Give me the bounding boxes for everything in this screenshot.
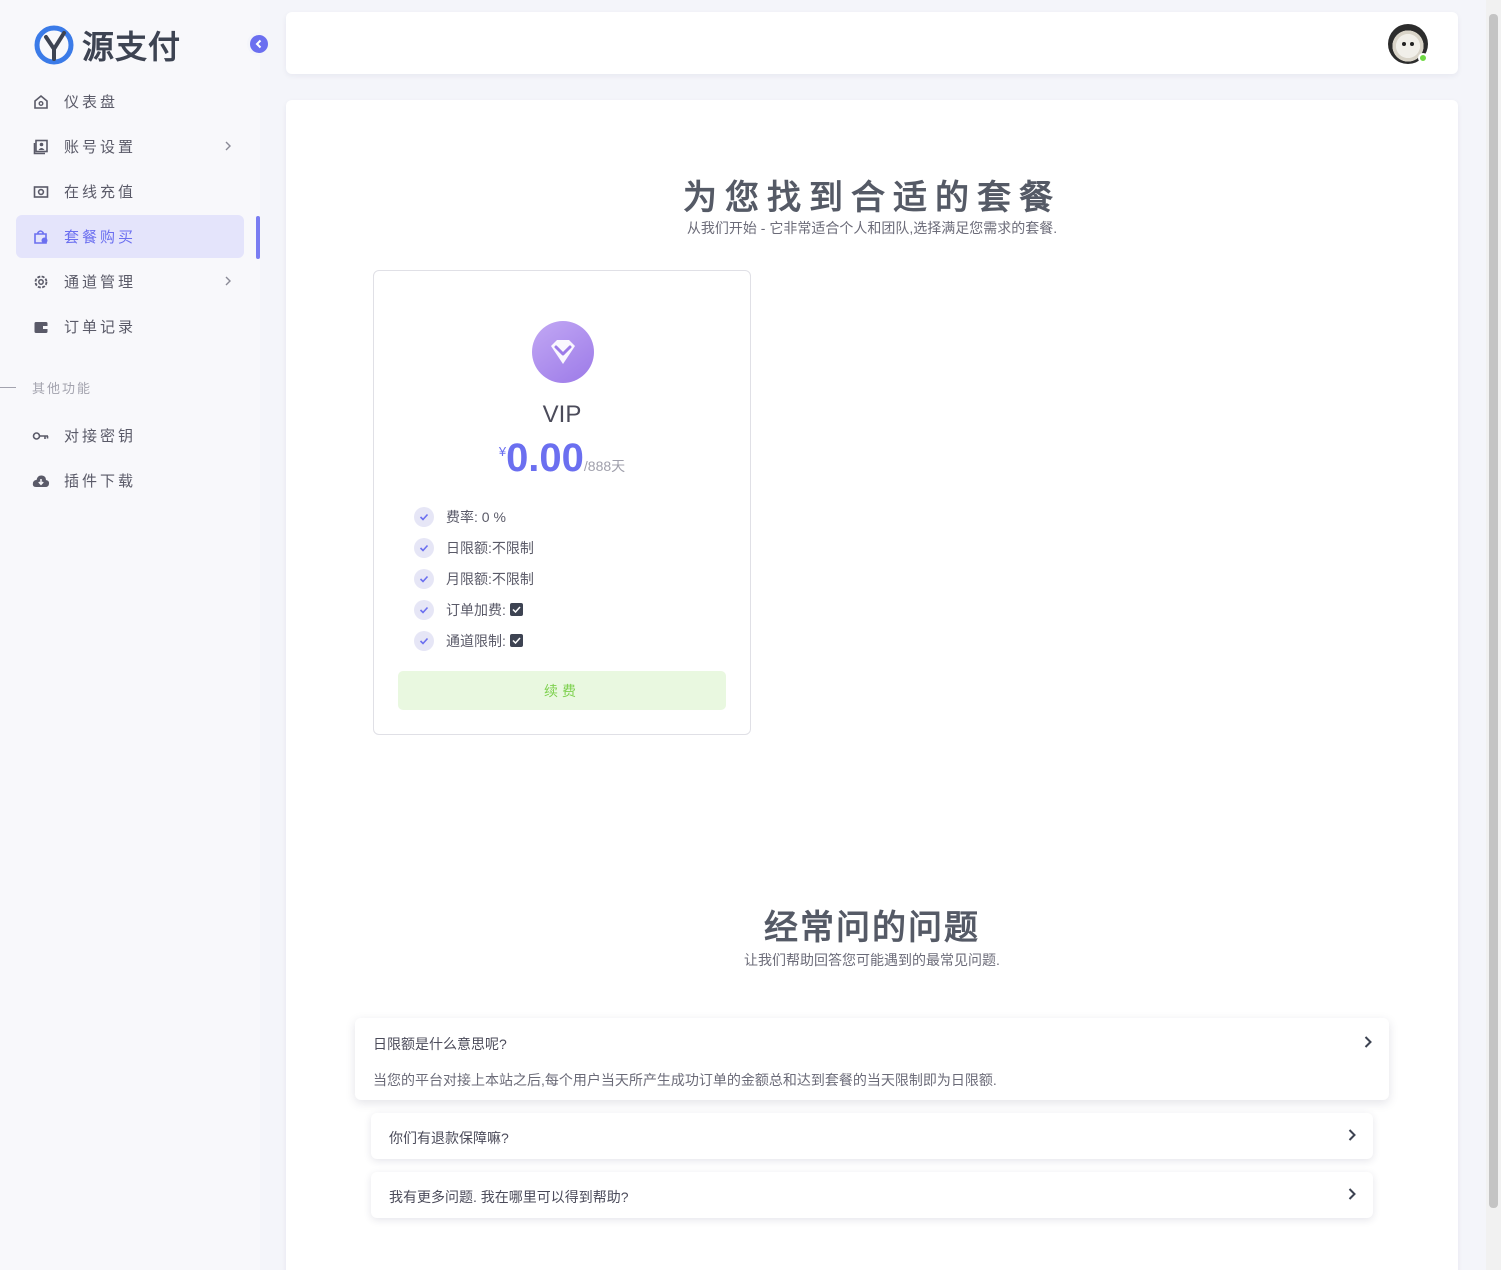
page-subtitle: 从我们开始 - 它非常适合个人和团队,选择满足您需求的套餐.	[686, 220, 1058, 236]
price-amount: 0.00	[506, 436, 584, 480]
active-indicator	[256, 216, 260, 259]
diamond-icon	[532, 321, 594, 383]
page-title: 为您找到合适的套餐	[683, 179, 1061, 217]
key-icon	[32, 427, 50, 445]
page-scrollbar[interactable]	[1486, 0, 1501, 1270]
chevron-right-icon	[1347, 1187, 1357, 1206]
sidebar-item-label: 套餐购买	[64, 229, 137, 246]
check-icon	[414, 630, 434, 651]
faq-question: 我有更多问题. 我在哪里可以得到帮助?	[389, 1189, 629, 1205]
check-icon	[414, 568, 434, 589]
faq-question: 你们有退款保障嘛?	[389, 1130, 509, 1146]
sidebar-item-label: 对接密钥	[64, 428, 137, 445]
sidebar-item-label: 仪表盘	[64, 94, 119, 111]
wallet-icon	[32, 318, 50, 336]
plan-price: ¥0.00/888天	[374, 436, 750, 481]
chevron-right-icon	[224, 139, 232, 156]
section-label-other: 其他功能	[0, 378, 92, 397]
feature-item: 月限额: 不限制	[414, 563, 534, 594]
price-period: /888天	[583, 458, 626, 474]
faq-title: 经常问的问题	[764, 909, 980, 947]
plan-name: VIP	[542, 401, 582, 428]
gear-icon	[32, 273, 50, 291]
check-icon	[414, 537, 434, 558]
sidebar-item-label: 在线充值	[64, 184, 137, 201]
sidebar-item-label: 订单记录	[64, 319, 137, 336]
faq-item-daily-limit[interactable]: 日限额是什么意思呢? 当您的平台对接上本站之后,每个用户当天所产生成功订单的金额…	[355, 1018, 1389, 1100]
home-icon	[32, 93, 50, 111]
faq-subtitle: 让我们帮助回答您可能遇到的最常见问题.	[744, 952, 1000, 968]
brand-logo[interactable]: 源支付	[32, 22, 181, 68]
plan-features: 费率: 0 % 日限额: 不限制 月限额: 不限制 订单加费: 通道限制:	[414, 501, 534, 656]
sidebar-item-account-settings[interactable]: 账号设置	[16, 125, 244, 168]
sidebar-item-label: 账号设置	[64, 139, 137, 156]
sidebar-nav-other: 对接密钥 插件下载	[16, 414, 244, 504]
shopping-bag-icon	[32, 228, 50, 246]
main-content: 为您找到合适的套餐 从我们开始 - 它非常适合个人和团队,选择满足您需求的套餐.…	[286, 100, 1458, 1270]
account-icon	[32, 138, 50, 156]
faq-item-more-help[interactable]: 我有更多问题. 我在哪里可以得到帮助?	[371, 1172, 1373, 1218]
renew-button[interactable]: 续费	[398, 671, 726, 710]
sidebar-item-label: 通道管理	[64, 274, 137, 291]
sidebar-item-dashboard[interactable]: 仪表盘	[16, 80, 244, 123]
sidebar-item-package-purchase[interactable]: 套餐购买	[16, 215, 244, 258]
sidebar-item-plugin-download[interactable]: 插件下载	[16, 459, 244, 502]
faq-question: 日限额是什么意思呢?	[373, 1036, 507, 1052]
online-status-dot	[1418, 53, 1428, 63]
feature-item: 日限额: 不限制	[414, 532, 534, 563]
chevron-left-icon	[255, 39, 262, 49]
recharge-icon	[32, 183, 50, 201]
chevron-right-icon	[224, 274, 232, 291]
plan-card-vip: VIP ¥0.00/888天 费率: 0 % 日限额: 不限制 月限额: 不限制 订…	[373, 270, 751, 735]
check-icon	[414, 599, 434, 620]
scrollbar-thumb[interactable]	[1489, 14, 1498, 1208]
price-currency: ¥	[498, 444, 507, 459]
sidebar-item-online-recharge[interactable]: 在线充值	[16, 170, 244, 213]
feature-item: 订单加费:	[414, 594, 534, 625]
top-header	[286, 12, 1458, 74]
sidebar-item-order-records[interactable]: 订单记录	[16, 305, 244, 348]
faq-answer: 当您的平台对接上本站之后,每个用户当天所产生成功订单的金额总和达到套餐的当天限制…	[373, 1072, 997, 1088]
checked-box-icon	[509, 603, 523, 616]
logo-mark-icon	[34, 25, 74, 65]
brand-name: 源支付	[82, 28, 182, 66]
check-icon	[414, 506, 434, 527]
chevron-right-icon	[1347, 1128, 1357, 1147]
sidebar-collapse-button[interactable]	[247, 32, 271, 56]
chevron-right-icon	[1363, 1035, 1373, 1054]
sidebar: 源支付 仪表盘 账号设置 在线充值 套餐购买 通道管理 订单记录 其他功能 对接…	[0, 0, 260, 1270]
sidebar-item-channel-management[interactable]: 通道管理	[16, 260, 244, 303]
feature-item: 通道限制:	[414, 625, 534, 656]
sidebar-item-api-key[interactable]: 对接密钥	[16, 414, 244, 457]
sidebar-nav: 仪表盘 账号设置 在线充值 套餐购买 通道管理 订单记录	[16, 80, 244, 350]
avatar[interactable]	[1388, 24, 1428, 64]
faq-item-refund[interactable]: 你们有退款保障嘛?	[371, 1113, 1373, 1159]
cloud-download-icon	[32, 472, 50, 490]
checked-box-icon	[509, 634, 523, 647]
feature-item: 费率: 0 %	[414, 501, 534, 532]
sidebar-item-label: 插件下载	[64, 473, 137, 490]
